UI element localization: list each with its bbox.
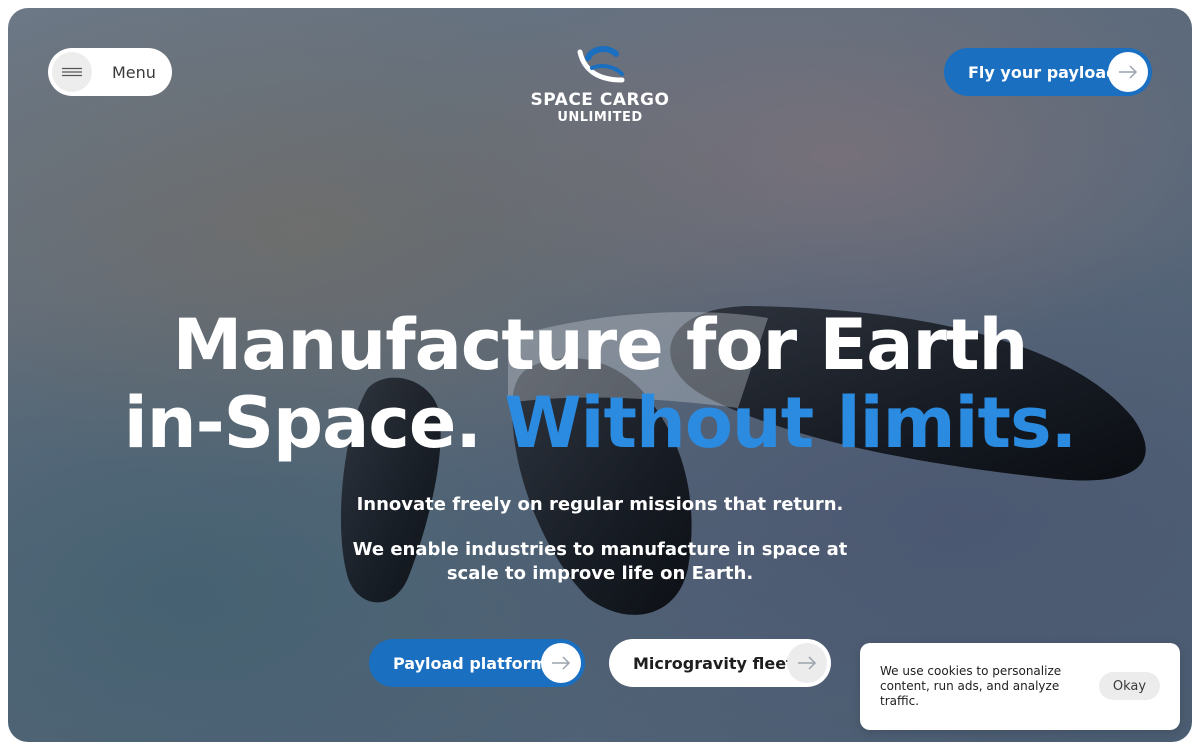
cookie-banner-text: We use cookies to personalize content, r… (880, 664, 1062, 708)
payload-platform-label: Payload platform (393, 653, 548, 673)
fly-your-payload-label: Fly your payload (968, 62, 1118, 82)
logo-orbit-icon (577, 46, 625, 83)
menu-label: Menu (112, 62, 156, 82)
hamburger-icon (52, 52, 92, 92)
microgravity-fleet-button[interactable]: Microgravity fleet (609, 639, 831, 687)
hero-description: We enable industries to manufacture in s… (352, 539, 848, 584)
logo-text-primary: SPACE CARGO (530, 90, 670, 110)
microgravity-fleet-label: Microgravity fleet (633, 653, 794, 673)
fly-your-payload-button[interactable]: Fly your payload (944, 48, 1152, 96)
headline-line2-start: in-Space. (123, 382, 505, 464)
headline-accent: Without limits. (504, 382, 1077, 464)
hero-subtitle: Innovate freely on regular missions that… (356, 494, 844, 515)
site-logo[interactable]: SPACE CARGO UNLIMITED (520, 46, 680, 125)
menu-button[interactable]: Menu (48, 48, 172, 96)
arrow-right-icon (541, 643, 581, 683)
hero-section: Menu SPACE CARGO UNLIMITED Fly your payl… (8, 8, 1192, 742)
hero-headline: Manufacture for Earth in-Space. Without … (8, 306, 1192, 462)
arrow-right-icon (1108, 52, 1148, 92)
cookie-okay-button[interactable]: Okay (1099, 672, 1160, 700)
cookie-banner: We use cookies to personalize content, r… (860, 643, 1180, 730)
payload-platform-button[interactable]: Payload platform (369, 639, 585, 687)
logo-text-secondary: UNLIMITED (557, 110, 643, 125)
headline-line1: Manufacture for Earth (172, 304, 1029, 386)
arrow-right-icon (787, 643, 827, 683)
